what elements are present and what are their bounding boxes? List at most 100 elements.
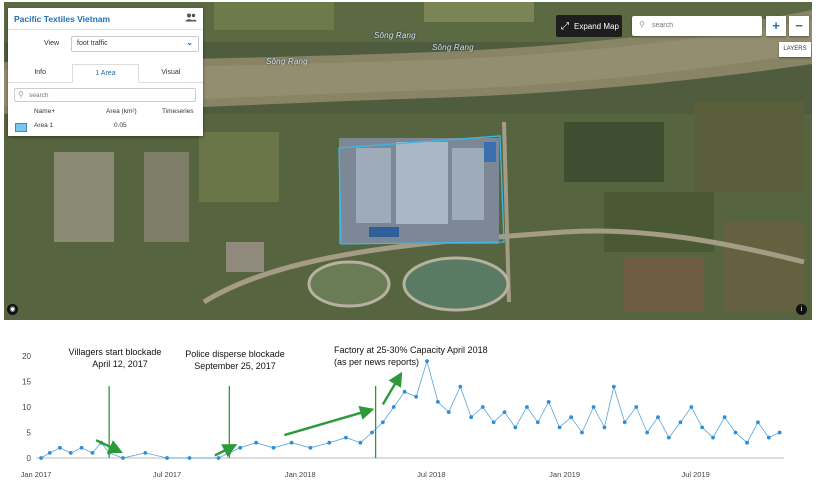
data-point (308, 445, 313, 450)
table-row[interactable]: Area 1 0.05 (8, 122, 203, 134)
data-point (187, 456, 192, 460)
data-point (722, 415, 727, 420)
x-tick-label: Jan 2017 (21, 470, 52, 479)
data-point (634, 405, 639, 409)
data-point (777, 430, 782, 435)
panel-search-input[interactable] (29, 90, 179, 100)
data-point (580, 430, 584, 435)
view-select[interactable]: foot traffic ⌄ (71, 36, 199, 52)
data-point (591, 405, 596, 409)
annotation-arrow (214, 444, 238, 458)
data-point (68, 451, 73, 455)
data-point (622, 420, 627, 425)
data-point (120, 456, 125, 460)
data-point (602, 425, 607, 430)
search-icon: ⚲ (639, 20, 645, 29)
x-tick-label: Jul 2017 (153, 470, 181, 479)
panel-tabs: Info 1 Area Visual (8, 64, 203, 83)
data-point (402, 389, 407, 394)
data-point (525, 405, 529, 409)
table-header: Name+ Area (km²) Timeseries (8, 108, 203, 118)
data-point (733, 430, 738, 435)
panel-title: Pacific Textiles Vietnam (14, 13, 111, 24)
data-point (502, 410, 507, 414)
expand-map-button[interactable]: ⤢ Expand Map (556, 15, 622, 37)
data-point (289, 440, 294, 445)
y-tick-label: 0 (27, 454, 32, 463)
data-point (446, 410, 451, 414)
locate-icon[interactable]: ◉ (7, 304, 18, 315)
annotation-line: April 12, 2017 (92, 359, 148, 369)
row-area: 0.05 (114, 122, 127, 129)
data-point (480, 405, 485, 409)
data-point (358, 440, 363, 445)
annotation-factory: Factory at 25-30% Capacity April 2018 (a… (334, 344, 488, 368)
view-label: View (44, 40, 60, 47)
data-point (469, 415, 474, 420)
data-point (57, 445, 62, 450)
data-point (535, 420, 540, 425)
y-tick-label: 15 (22, 378, 31, 387)
expand-icon: ⤢ (561, 20, 569, 32)
annotation-arrow (381, 371, 403, 406)
data-point (327, 440, 332, 445)
y-tick-label: 5 (27, 429, 32, 438)
expand-map-label: Expand Map (574, 21, 619, 31)
data-point (645, 430, 650, 435)
zoom-out-button[interactable]: − (789, 16, 809, 36)
zoom-in-button[interactable]: + (766, 16, 786, 36)
data-point (513, 425, 518, 430)
data-point (435, 400, 440, 404)
data-point (711, 435, 715, 440)
search-icon: ⚲ (18, 90, 24, 99)
data-point (766, 435, 771, 440)
x-tick-label: Jul 2019 (681, 470, 709, 479)
data-point (238, 445, 243, 450)
area-shape-icon (15, 123, 27, 132)
column-header-name[interactable]: Name+ (34, 108, 55, 115)
data-point (491, 420, 496, 425)
map-search: ⚲ (632, 16, 762, 36)
data-point (344, 435, 348, 440)
data-point (756, 420, 760, 425)
annotation-line: September 25, 2017 (194, 361, 276, 371)
data-point (143, 451, 148, 455)
annotation-line: Factory at 25-30% Capacity April 2018 (334, 345, 488, 355)
y-tick-label: 20 (22, 352, 31, 361)
data-point (557, 425, 562, 430)
map-search-input[interactable] (652, 20, 752, 31)
data-point (47, 451, 52, 455)
tab-visual[interactable]: Visual (139, 64, 203, 82)
data-point (165, 456, 169, 460)
data-point (271, 445, 276, 450)
panel-header: Pacific Textiles Vietnam (8, 8, 203, 30)
tab-area[interactable]: 1 Area (72, 64, 139, 83)
layers-button[interactable]: LAYERS (779, 42, 811, 57)
chevron-down-icon: ⌄ (186, 38, 193, 47)
river-label: Sông Rạng (266, 57, 308, 66)
group-icon[interactable] (185, 13, 197, 24)
x-tick-label: Jan 2018 (285, 470, 316, 479)
area-panel: Pacific Textiles Vietnam View foot traff… (8, 8, 203, 136)
row-name: Area 1 (34, 122, 54, 129)
tab-info[interactable]: Info (8, 64, 72, 82)
view-select-value: foot traffic (77, 40, 108, 47)
annotation-line: Police disperse blockade (185, 349, 285, 359)
panel-search: ⚲ (14, 88, 196, 102)
data-point (391, 405, 396, 409)
data-point (414, 394, 419, 399)
river-label: Sông Rạng (432, 43, 474, 52)
data-point (611, 384, 616, 389)
data-point (370, 430, 374, 435)
data-point (107, 451, 112, 455)
y-tick-label: 10 (22, 403, 31, 412)
satellite-map[interactable]: Sông Rạng Sông Rạng Sông Rạng Pacific Te… (4, 2, 812, 320)
annotation-line: Villagers start blockade (68, 347, 162, 357)
view-row: View foot traffic ⌄ (8, 36, 203, 54)
data-point (227, 451, 232, 455)
column-header-area: Area (km²) (106, 108, 137, 115)
series-line (40, 359, 780, 459)
annotation-blockade: Villagers start blockade April 12, 2017 (69, 346, 170, 370)
info-icon[interactable]: i (796, 304, 807, 315)
data-point (745, 440, 749, 445)
